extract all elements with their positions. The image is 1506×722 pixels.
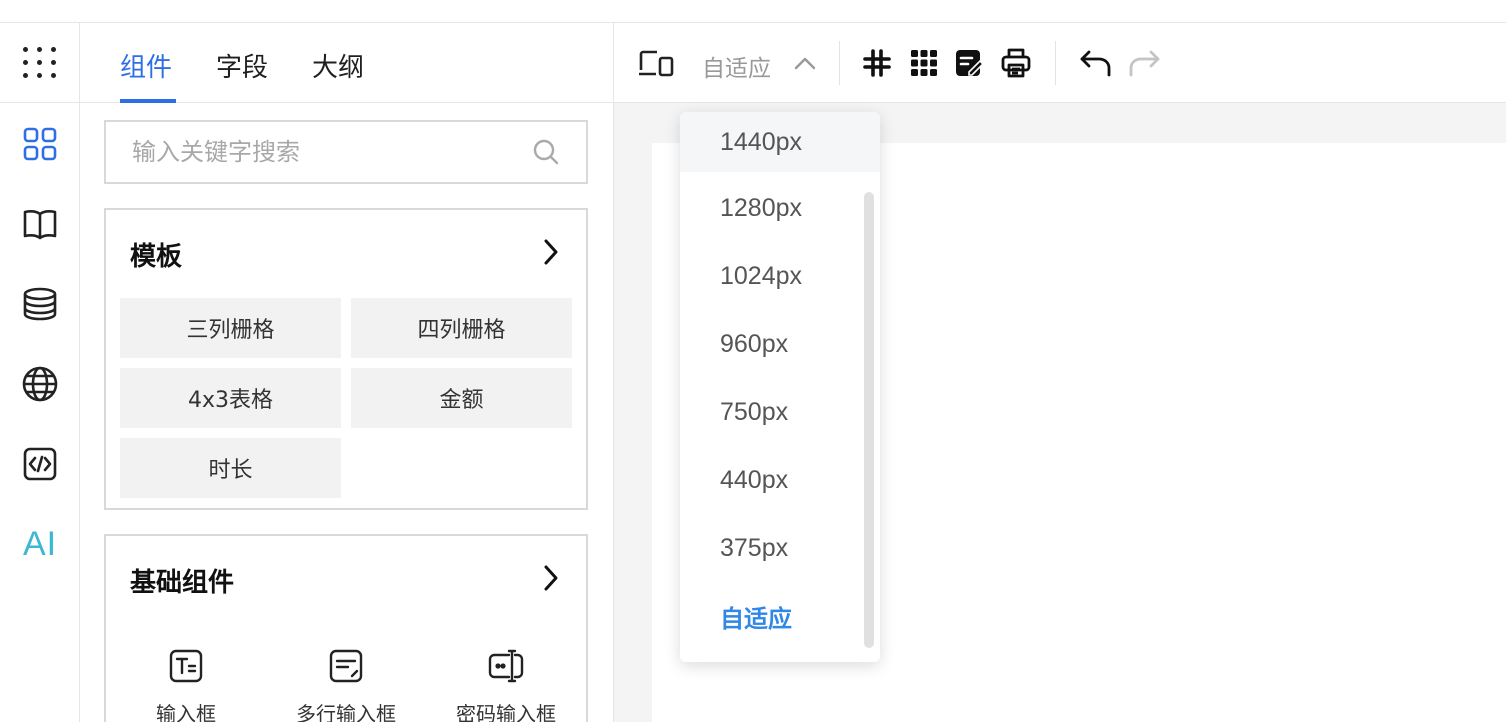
width-option[interactable]: 1024px xyxy=(680,246,880,306)
rail-data-button[interactable] xyxy=(0,284,80,324)
print-button[interactable] xyxy=(998,45,1034,81)
undo-icon xyxy=(1080,50,1111,77)
active-tab-indicator xyxy=(120,99,176,103)
layout-button[interactable] xyxy=(907,45,941,81)
ai-label: AI xyxy=(22,524,58,563)
undo-button[interactable] xyxy=(1078,45,1114,81)
dots-grid-icon xyxy=(911,50,937,76)
component-label: 多行输入框 xyxy=(296,702,396,722)
redo-button[interactable] xyxy=(1126,45,1162,81)
template-card-title: 模板 xyxy=(130,242,183,272)
width-option[interactable]: 1280px xyxy=(680,178,880,238)
chevron-up-icon[interactable] xyxy=(794,56,816,70)
template-item[interactable]: 时长 xyxy=(120,438,341,498)
toolbar-divider xyxy=(839,41,840,85)
component-label: 输入框 xyxy=(156,702,216,722)
rail-ai-button[interactable]: AI xyxy=(0,524,80,564)
password-input-icon xyxy=(488,649,524,683)
width-dropdown: 1440px 1280px 1024px 960px 750px 440px 3… xyxy=(680,112,880,662)
code-icon xyxy=(23,447,57,481)
search-input[interactable] xyxy=(132,138,512,166)
apps-grid-icon xyxy=(22,47,57,78)
printer-icon xyxy=(1001,48,1031,78)
width-option[interactable]: 750px xyxy=(680,382,880,442)
chevron-right-icon[interactable] xyxy=(542,238,560,266)
book-icon xyxy=(23,210,57,240)
tab-components[interactable]: 组件 xyxy=(120,47,172,84)
textarea-icon xyxy=(329,649,363,683)
screen-mode-label[interactable]: 自适应 xyxy=(702,49,771,83)
component-panel: 组件 字段 大纲 模板 三列栅格 四列栅格 4x3表格 金额 时长 基础组件 xyxy=(80,23,614,722)
edit-button[interactable] xyxy=(952,45,986,81)
search-icon[interactable] xyxy=(532,138,560,166)
devices-icon xyxy=(639,50,674,77)
rail-components-button[interactable] xyxy=(0,124,80,164)
basic-components-card: 基础组件 输入框 多行输入框 密码输入框 xyxy=(104,534,588,722)
search-box xyxy=(104,120,588,184)
template-card: 模板 三列栅格 四列栅格 4x3表格 金额 时长 xyxy=(104,208,588,510)
device-toggle-button[interactable] xyxy=(636,45,676,81)
tab-outline[interactable]: 大纲 xyxy=(312,47,364,84)
dropdown-scrollbar[interactable] xyxy=(864,192,874,648)
template-item[interactable]: 4x3表格 xyxy=(120,368,341,428)
template-item[interactable]: 金额 xyxy=(351,368,572,428)
text-input-icon xyxy=(169,649,203,683)
icon-rail: AI xyxy=(0,23,80,722)
chevron-right-icon[interactable] xyxy=(542,564,560,592)
globe-icon xyxy=(22,366,58,402)
basic-card-title: 基础组件 xyxy=(130,568,235,598)
width-option-selected[interactable]: 自适应 xyxy=(680,586,880,646)
grid-icon xyxy=(23,127,57,161)
component-input[interactable]: 输入框 xyxy=(116,648,256,722)
rail-code-button[interactable] xyxy=(0,444,80,484)
template-item[interactable]: 四列栅格 xyxy=(351,298,572,358)
component-label: 密码输入框 xyxy=(456,702,556,722)
width-option[interactable]: 1440px xyxy=(680,112,880,172)
component-textarea[interactable]: 多行输入框 xyxy=(276,648,416,722)
width-option[interactable]: 375px xyxy=(680,518,880,578)
top-bar xyxy=(0,0,1506,23)
grid-toggle-button[interactable] xyxy=(860,45,894,81)
toolbar-divider xyxy=(1055,41,1056,85)
component-password[interactable]: 密码输入框 xyxy=(436,648,576,722)
template-item[interactable]: 三列栅格 xyxy=(120,298,341,358)
tab-fields[interactable]: 字段 xyxy=(216,47,268,84)
panel-tabs: 组件 字段 大纲 xyxy=(80,23,613,103)
width-option[interactable]: 440px xyxy=(680,450,880,510)
edit-note-icon xyxy=(956,50,984,76)
rail-globe-button[interactable] xyxy=(0,364,80,404)
redo-icon xyxy=(1129,50,1160,77)
width-option[interactable]: 960px xyxy=(680,314,880,374)
hash-icon xyxy=(863,49,891,77)
rail-book-button[interactable] xyxy=(0,204,80,244)
database-icon xyxy=(23,287,57,321)
app-launcher-button[interactable] xyxy=(0,23,79,103)
editor-toolbar: 自适应 xyxy=(614,23,1506,103)
